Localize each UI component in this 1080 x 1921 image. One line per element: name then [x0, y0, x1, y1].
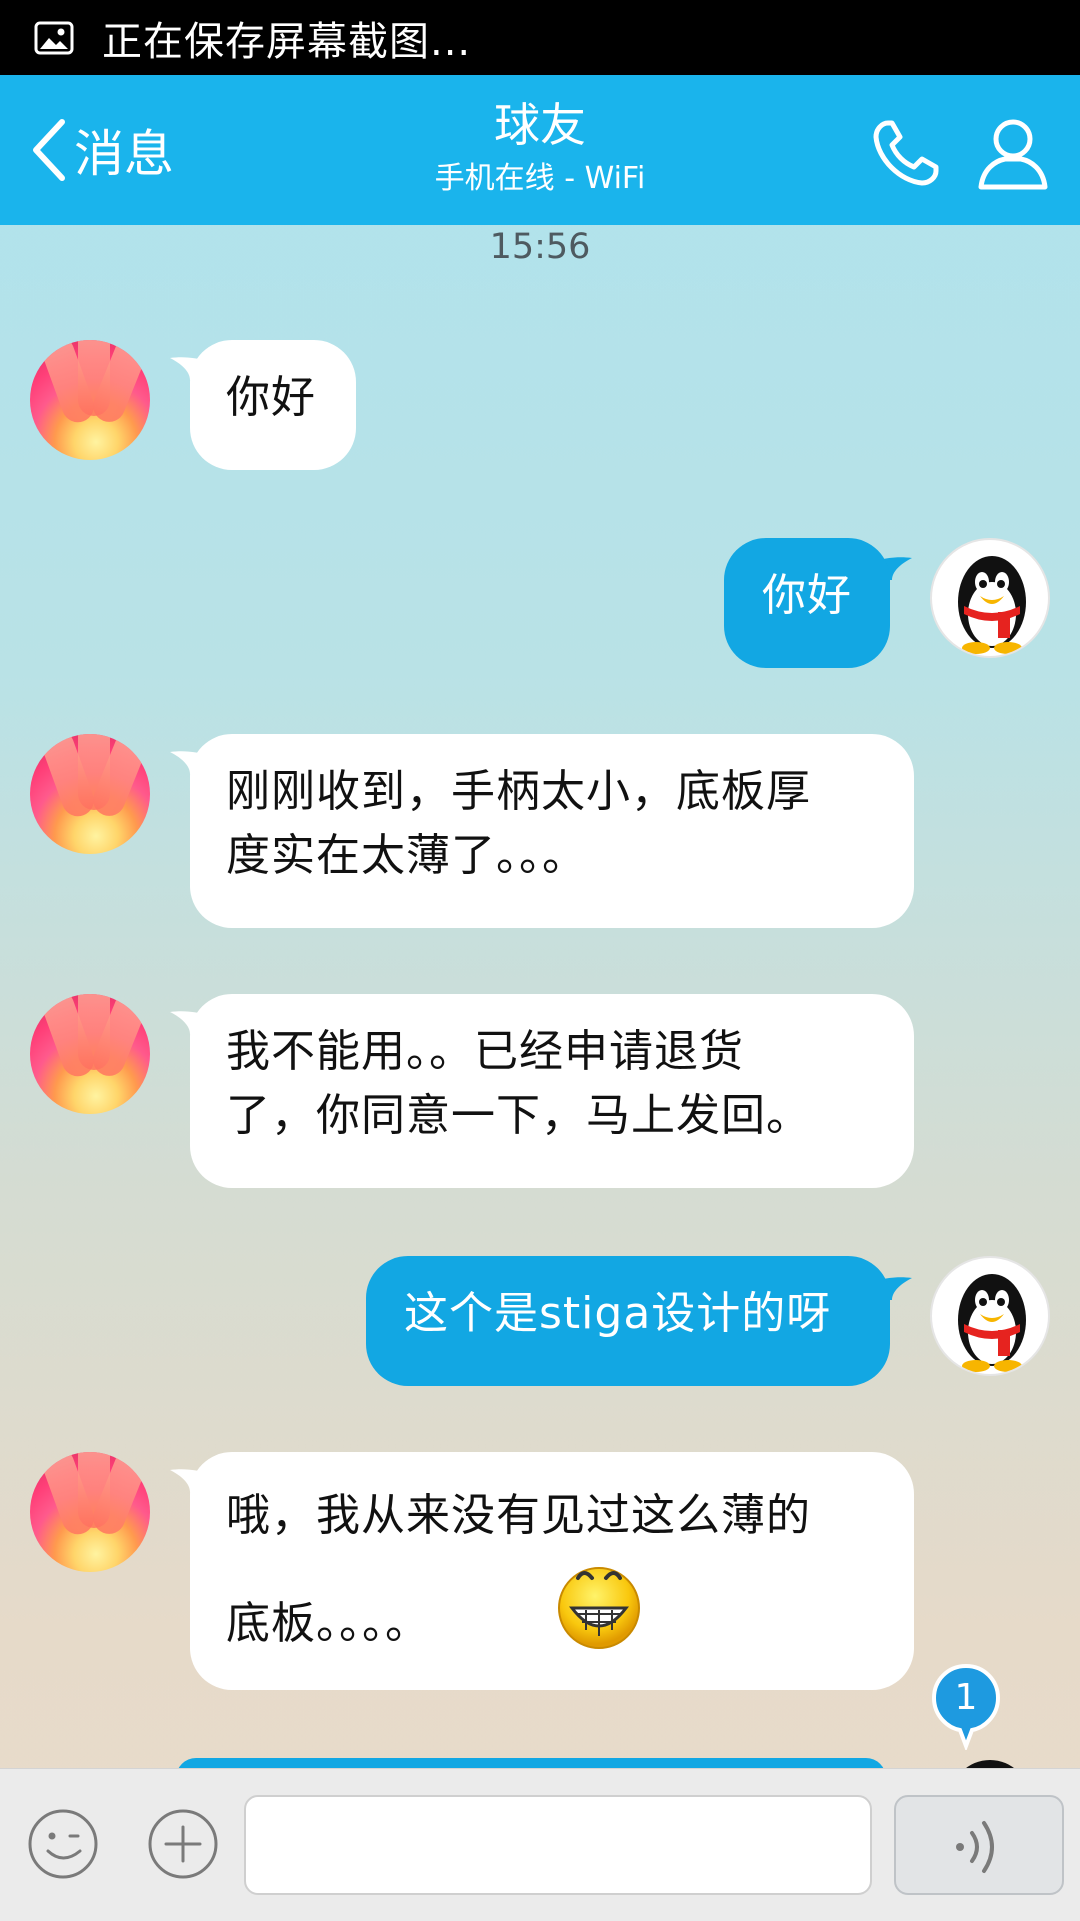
contact-avatar[interactable]: [30, 340, 150, 460]
message-bubble-incoming[interactable]: 刚刚收到，手柄太小，底板厚 度实在太薄了。。。: [190, 734, 914, 928]
voice-icon: [956, 1821, 994, 1873]
message-text-line: 底板。。。。: [226, 1598, 430, 1649]
message-bubble-incoming[interactable]: 我不能用。。已经申请退货 了，你同意一下，马上发回。: [190, 994, 914, 1188]
message-text-line: 哦，我从来没有见过这么薄的: [226, 1490, 811, 1541]
message-text-line: 我不能用。。已经申请退货: [226, 1026, 744, 1077]
chat-header: 消息 球友 手机在线 - WiFi: [0, 75, 1080, 225]
penguin-icon: [958, 1274, 1026, 1372]
message-text: 你好: [762, 570, 852, 621]
message-bubble-incoming[interactable]: 你好: [190, 340, 356, 470]
message-input[interactable]: [244, 1795, 872, 1895]
status-bar: 正在保存屏幕截图...: [0, 0, 1080, 75]
my-avatar[interactable]: [930, 538, 1050, 658]
emoji-icon[interactable]: [26, 1807, 100, 1881]
message-text-row: 底板。。。。: [226, 1567, 878, 1660]
my-avatar[interactable]: [930, 1256, 1050, 1376]
plus-icon[interactable]: [146, 1807, 220, 1881]
input-bar: [0, 1768, 1080, 1921]
grin-emoji-icon: [558, 1567, 640, 1649]
message-text-line: 了，你同意一下，马上发回。: [226, 1090, 811, 1141]
message-text: 这个是stiga设计的呀: [404, 1288, 832, 1339]
message-text: 你好: [226, 372, 316, 423]
screenshot-icon: [34, 21, 74, 54]
profile-icon[interactable]: [975, 113, 1051, 193]
contact-avatar[interactable]: [30, 734, 150, 854]
contact-avatar[interactable]: [30, 1452, 150, 1572]
contact-avatar[interactable]: [30, 994, 150, 1114]
message-timestamp: 15:56: [489, 227, 591, 267]
voice-button[interactable]: [894, 1795, 1064, 1895]
unread-count: 1: [954, 1677, 978, 1718]
message-bubble-outgoing[interactable]: 你好: [724, 538, 890, 668]
phone-icon[interactable]: [868, 115, 944, 191]
message-bubble-incoming[interactable]: 哦，我从来没有见过这么薄的 底板。。。。: [190, 1452, 914, 1690]
message-text-line: 刚刚收到，手柄太小，底板厚: [226, 766, 811, 817]
penguin-icon: [958, 556, 1026, 654]
message-bubble-outgoing[interactable]: 这个是stiga设计的呀: [366, 1256, 890, 1386]
status-notification: 正在保存屏幕截图...: [102, 18, 472, 65]
message-text-line: 度实在太薄了。。。: [226, 830, 587, 881]
